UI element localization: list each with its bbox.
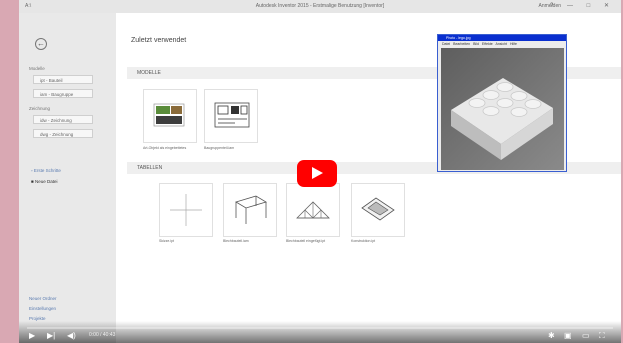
menu-item[interactable]: Bearbeiten	[453, 42, 470, 46]
card-caption: Skizze.ipt	[159, 239, 174, 243]
video-controls: ▶ ▶| ◀) 0:00 / 40:43 ✱ ▣ ▭ ⛶	[19, 321, 621, 343]
help-icon[interactable]: ?	[550, 3, 559, 9]
recent-file-card[interactable]	[143, 89, 197, 143]
recent-file-card[interactable]	[223, 183, 277, 237]
card-caption: Blechbauteil eingefügt.ipt	[286, 239, 326, 243]
sidebar-section-modelle: Modelle	[29, 66, 45, 71]
new-dwg-button[interactable]: dwg - Zeichnung	[33, 129, 93, 138]
menu-item[interactable]: Datei	[442, 42, 450, 46]
window-controls[interactable]: ? — □ ✕	[550, 2, 615, 9]
timecode: 0:00 / 40:43	[89, 332, 116, 338]
new-assembly-button[interactable]: iam - Baugruppe	[33, 89, 93, 98]
sidebar-item-erste-schritte[interactable]: ▫ Erste Schritte	[31, 168, 61, 173]
photo-viewer-window[interactable]: Photo - lego.jpg Datei Bearbeiten Bild E…	[437, 34, 567, 172]
close-icon[interactable]: ✕	[604, 3, 615, 9]
sidebar: ← Modelle ipt - Bauteil iam - Baugruppe …	[19, 13, 116, 343]
tray-model-icon	[361, 197, 395, 221]
menu-item[interactable]: Ansicht	[496, 42, 507, 46]
window-title: Autodesk Inventor 2015 - Erstmalige Benu…	[255, 3, 385, 9]
recent-file-card[interactable]	[204, 89, 258, 143]
sidebar-item-label: Erste Schritte	[33, 168, 61, 173]
card-caption: Blechbauteil.iam	[223, 239, 249, 243]
sidebar-item-neue-datei[interactable]: ■ Neue Datei	[31, 179, 57, 184]
miniplayer-icon[interactable]: ▣	[564, 331, 572, 340]
footer-link-neuer-ordner[interactable]: Neuer Ordner	[29, 296, 57, 301]
menu-item[interactable]: Effekte	[482, 42, 493, 46]
footer-link-einstellungen[interactable]: Einstellungen	[29, 306, 56, 311]
sidebar-item-label: Neue Datei	[34, 179, 58, 184]
fullscreen-icon[interactable]: ⛶	[599, 331, 605, 340]
lego-brick-photo	[441, 48, 564, 170]
play-icon[interactable]: ▶	[29, 331, 35, 340]
lego-brick-image	[441, 48, 564, 170]
menu-item[interactable]: Hilfe	[510, 42, 517, 46]
volume-icon[interactable]: ◀)	[67, 331, 76, 340]
recent-file-card[interactable]	[286, 183, 340, 237]
new-idw-button[interactable]: idw - Zeichnung	[33, 115, 93, 124]
sketch-crosshair-icon	[170, 194, 202, 226]
page-title: Zuletzt verwendet	[131, 37, 187, 44]
recent-file-card[interactable]	[351, 183, 405, 237]
next-icon[interactable]: ▶|	[47, 331, 55, 340]
recent-file-card[interactable]	[159, 183, 213, 237]
new-part-button[interactable]: ipt - Bauteil	[33, 75, 93, 84]
thumbnail-image	[153, 103, 185, 127]
drawing-thumbnail-icon	[214, 102, 250, 128]
title-bar: A:\ Autodesk Inventor 2015 - Erstmalige …	[19, 0, 621, 13]
card-caption: Konstruktion.ipt	[351, 239, 376, 243]
settings-gear-icon[interactable]: ✱	[548, 331, 555, 340]
truss-model-icon	[296, 201, 330, 219]
maximize-icon[interactable]: □	[587, 3, 597, 9]
photo-viewer-title: Photo - lego.jpg	[438, 35, 566, 41]
menu-item[interactable]: Bild	[473, 42, 479, 46]
sidebar-section-zeichnung: Zeichnung	[29, 106, 51, 111]
table-model-icon	[235, 195, 267, 224]
theater-mode-icon[interactable]: ▭	[582, 331, 590, 340]
back-arrow-icon[interactable]: ←	[35, 38, 47, 50]
progress-bar[interactable]	[27, 327, 613, 329]
photo-viewer-menu[interactable]: Datei Bearbeiten Bild Effekte Ansicht Hi…	[442, 42, 517, 46]
minimize-icon[interactable]: —	[567, 3, 579, 9]
card-caption: Baugruppenteil.iam	[204, 146, 235, 150]
card-caption: Art-Objekt als eingebettetes	[143, 146, 187, 150]
youtube-play-button[interactable]	[297, 160, 337, 187]
